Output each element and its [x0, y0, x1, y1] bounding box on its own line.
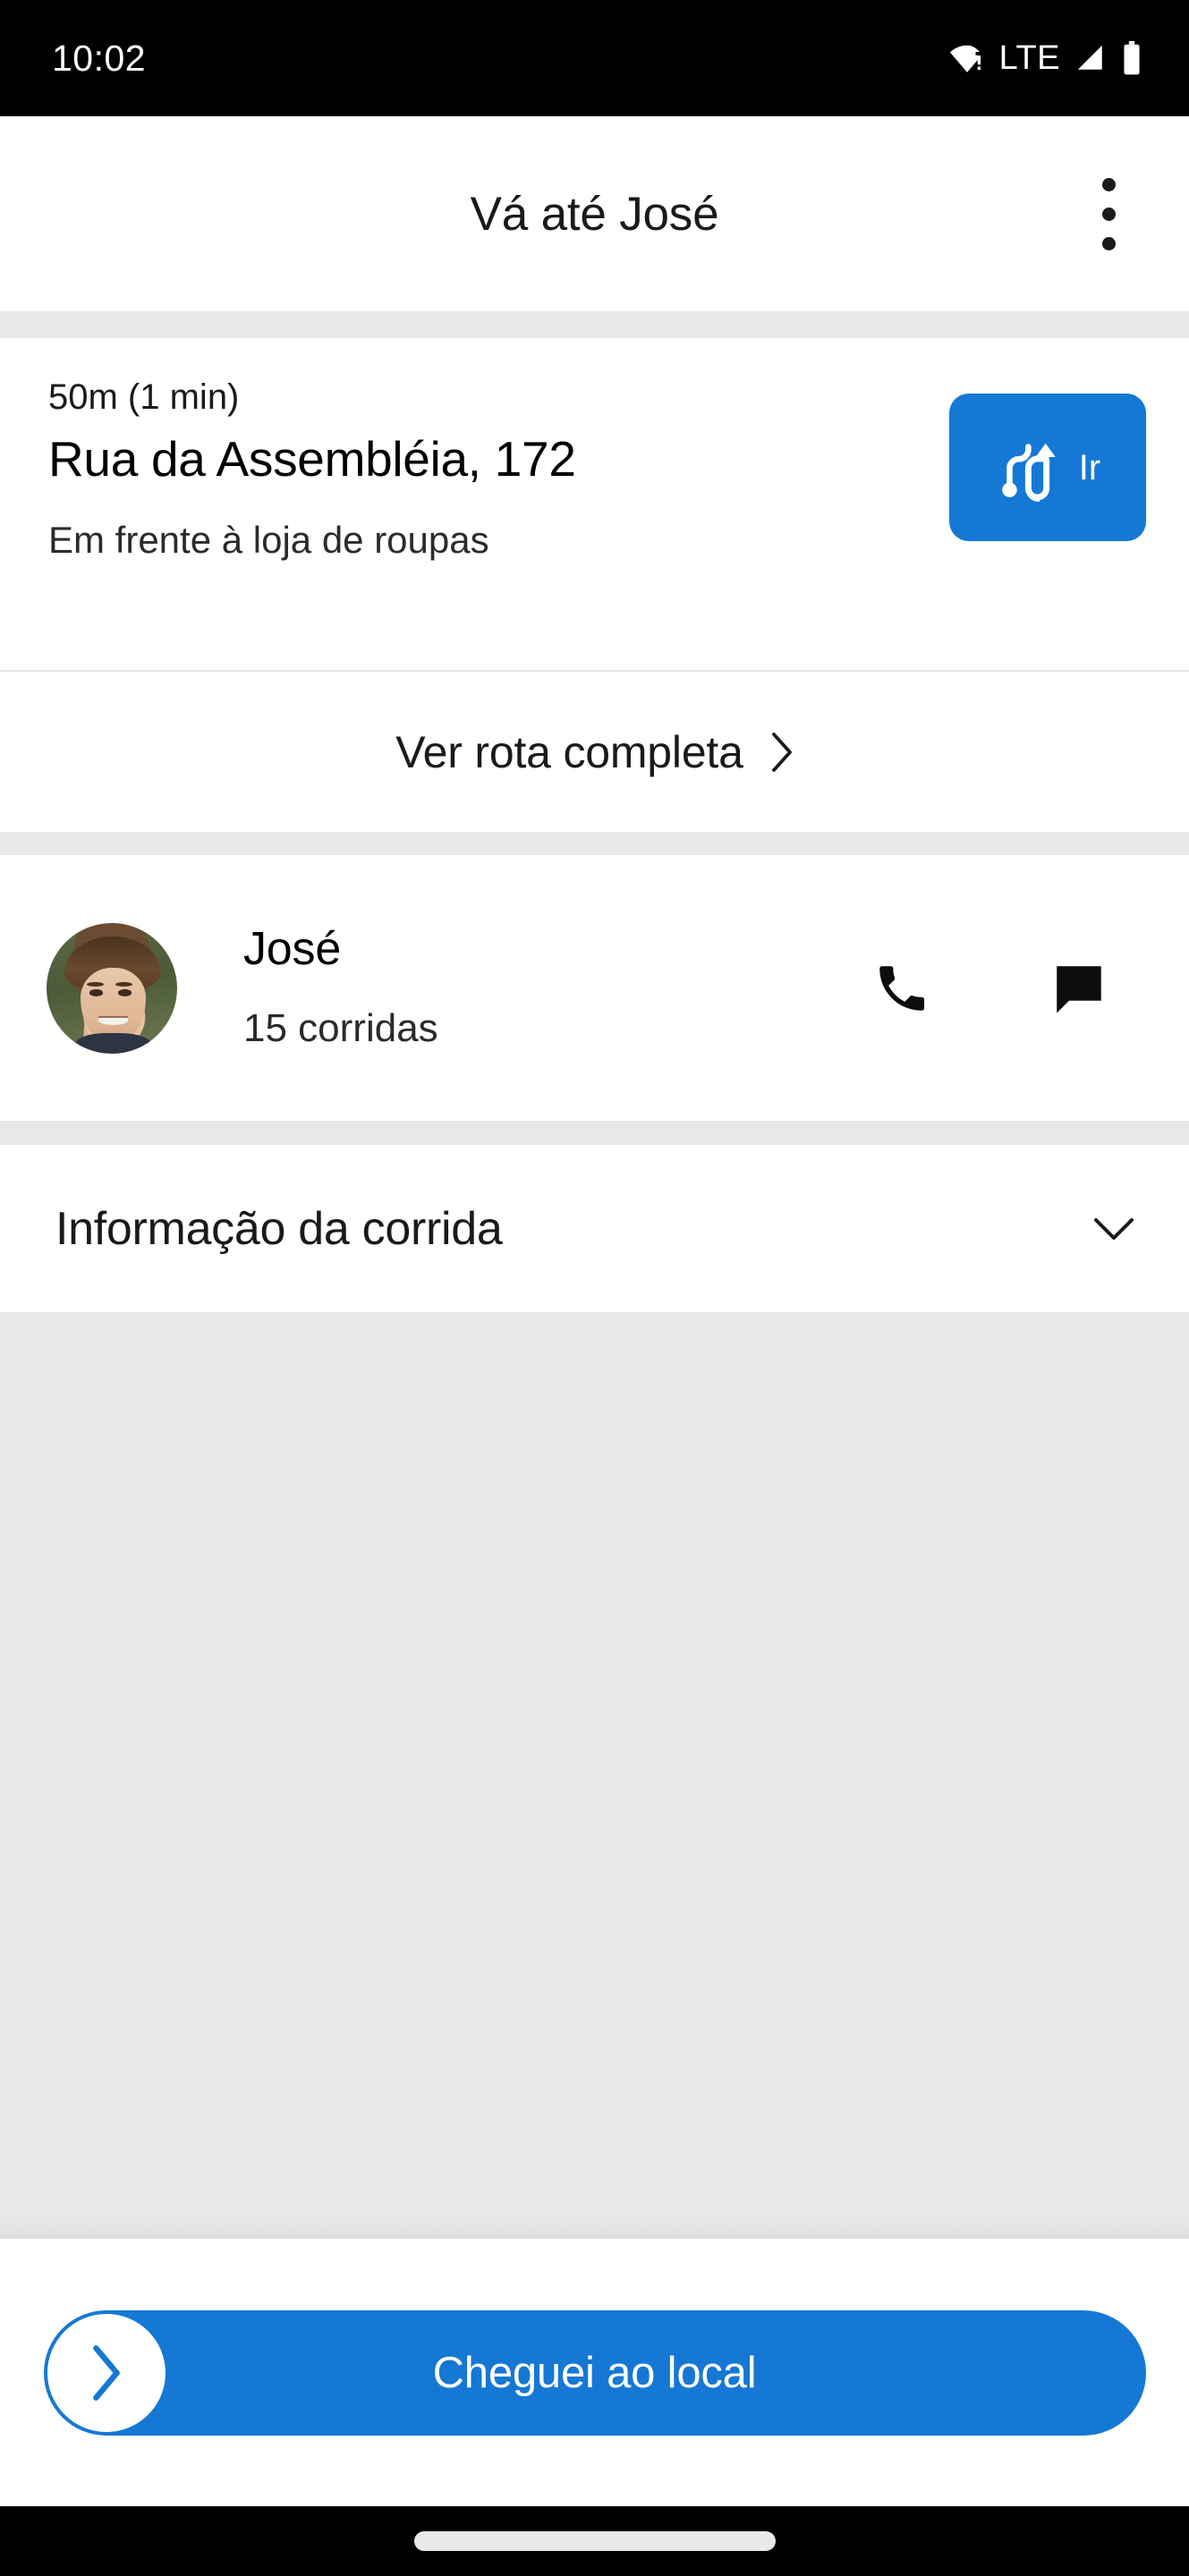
view-full-route-label: Ver rota completa [395, 726, 743, 777]
avatar-face [80, 967, 146, 1044]
arrived-at-location-button[interactable]: Cheguei ao local [43, 2309, 1146, 2436]
chevron-right-icon [89, 2344, 124, 2402]
more-vertical-icon[interactable] [1073, 165, 1144, 263]
status-bar: 10:02 LTE [0, 0, 1189, 116]
overflow-dot [1101, 236, 1116, 250]
home-indicator-pill[interactable] [413, 2531, 776, 2551]
panel-bottom-shadow [0, 2216, 1189, 2239]
system-navigation-bar [0, 2506, 1189, 2576]
go-navigate-button[interactable]: Ir [949, 394, 1146, 541]
call-button[interactable] [871, 957, 933, 1020]
chevron-down-icon[interactable] [1092, 1216, 1135, 1242]
chevron-right-icon [770, 732, 794, 772]
footer-bar: Cheguei ao local [0, 2239, 1189, 2506]
page-title: Vá até José [470, 187, 719, 241]
chat-bubble-icon [1049, 959, 1108, 1018]
ride-info-section-header[interactable]: Informação da corrida [0, 1145, 1189, 1312]
rider-name: José [243, 923, 342, 975]
section-divider-gap [0, 832, 1189, 855]
avatar[interactable] [47, 923, 177, 1054]
lte-label: LTE [998, 39, 1060, 77]
rider-card: José 15 corridas [0, 855, 1189, 1121]
content-panel [0, 1312, 1189, 2239]
phone-icon [872, 959, 931, 1018]
cellular-signal-icon [1075, 43, 1106, 73]
go-button-label: Ir [1078, 447, 1101, 487]
battery-icon [1121, 41, 1142, 75]
avatar-eye [89, 989, 103, 996]
slide-knob[interactable] [47, 2313, 166, 2432]
arrived-button-label: Cheguei ao local [432, 2348, 757, 2397]
pickup-address-card: 50m (1 min) Rua da Assembléia, 172 Em fr… [0, 338, 1189, 670]
avatar-brow [115, 981, 133, 987]
wifi-warning-icon [949, 41, 984, 75]
message-button[interactable] [1048, 957, 1110, 1020]
rider-actions [871, 855, 1189, 1121]
avatar-eye [118, 989, 132, 996]
rider-trip-count: 15 corridas [243, 1006, 438, 1050]
app-bar: Vá até José [0, 116, 1189, 311]
overflow-dot [1101, 177, 1116, 191]
directions-route-icon [995, 434, 1063, 502]
section-divider-gap [0, 311, 1189, 338]
avatar-brow [87, 981, 105, 987]
overflow-dot [1101, 207, 1116, 221]
avatar-shirt [75, 1032, 151, 1054]
status-bar-clock: 10:02 [52, 37, 147, 79]
section-divider-gap [0, 1121, 1189, 1145]
view-full-route-link[interactable]: Ver rota completa [0, 672, 1189, 832]
ride-info-label: Informação da corrida [55, 1202, 503, 1255]
status-bar-icons: LTE [949, 39, 1142, 77]
avatar-mouth [98, 1015, 128, 1025]
